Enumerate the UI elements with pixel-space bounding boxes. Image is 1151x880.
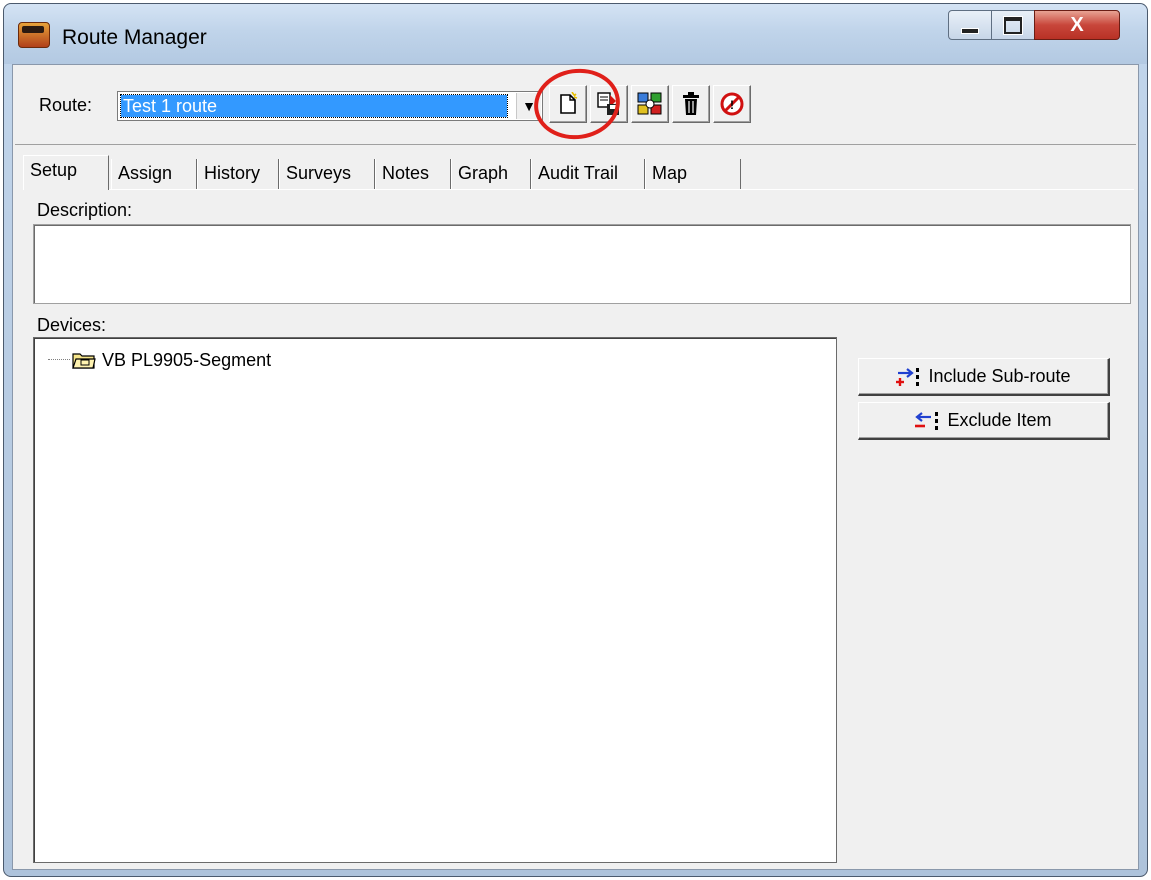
maximize-icon <box>1003 15 1023 35</box>
minimize-icon <box>961 28 979 34</box>
include-sub-route-label: Include Sub-route <box>928 366 1071 386</box>
include-sub-route-button[interactable]: Include Sub-route <box>858 358 1110 396</box>
new-route-icon <box>560 92 578 114</box>
tree-connector <box>48 359 70 360</box>
route-toolbar: Route: Test 1 route ▼ ! <box>15 63 1136 145</box>
route-manager-window: Route Manager X Route: Test 1 route ▼ ! … <box>3 3 1148 877</box>
close-icon: X <box>1070 13 1084 36</box>
minimize-button[interactable] <box>948 10 992 40</box>
route-label: Route: <box>39 95 93 115</box>
cancel-icon: ! <box>720 92 744 116</box>
folder-icon <box>72 353 96 369</box>
route-select-value: Test 1 route <box>120 94 508 118</box>
app-logo-icon <box>18 22 50 48</box>
include-icon <box>896 367 920 386</box>
devices-label: Devices: <box>37 315 107 335</box>
client-area: Route: Test 1 route ▼ ! Setup Assign His… <box>12 63 1139 870</box>
tab-graph[interactable]: Graph <box>451 159 531 189</box>
tab-notes[interactable]: Notes <box>375 159 451 189</box>
tab-audit-trail[interactable]: Audit Trail <box>531 159 645 189</box>
title-bar[interactable]: Route Manager X <box>4 4 1147 64</box>
tab-history[interactable]: History <box>197 159 279 189</box>
tab-surveys[interactable]: Surveys <box>279 159 375 189</box>
description-label: Description: <box>37 200 133 220</box>
exclude-item-button[interactable]: Exclude Item <box>858 402 1110 440</box>
window-title: Route Manager <box>62 26 207 49</box>
save-route-icon <box>597 92 619 115</box>
exclude-item-label: Exclude Item <box>947 410 1052 430</box>
dropdown-arrow-icon[interactable]: ▼ <box>516 93 541 119</box>
copy-route-button[interactable] <box>631 85 669 123</box>
tree-item[interactable]: VB PL9905-Segment <box>72 348 271 372</box>
svg-text:!: ! <box>730 98 734 112</box>
tab-setup[interactable]: Setup <box>23 155 109 190</box>
delete-route-button[interactable] <box>672 85 710 123</box>
maximize-button[interactable] <box>991 10 1035 40</box>
description-field[interactable] <box>33 224 1131 304</box>
new-route-button[interactable] <box>549 85 587 123</box>
delete-route-icon <box>683 92 699 115</box>
devices-tree[interactable]: VB PL9905-Segment <box>33 337 837 863</box>
tree-item-label: VB PL9905-Segment <box>102 349 272 370</box>
cancel-button[interactable]: ! <box>713 85 751 123</box>
exclude-icon <box>915 411 939 430</box>
copy-route-icon <box>637 92 662 115</box>
save-route-button[interactable] <box>590 85 628 123</box>
tab-assign[interactable]: Assign <box>111 159 197 189</box>
route-select[interactable]: Test 1 route ▼ <box>117 91 543 121</box>
close-button[interactable]: X <box>1034 10 1120 40</box>
tab-strip-divider <box>23 189 1134 190</box>
tab-map[interactable]: Map <box>645 159 741 189</box>
